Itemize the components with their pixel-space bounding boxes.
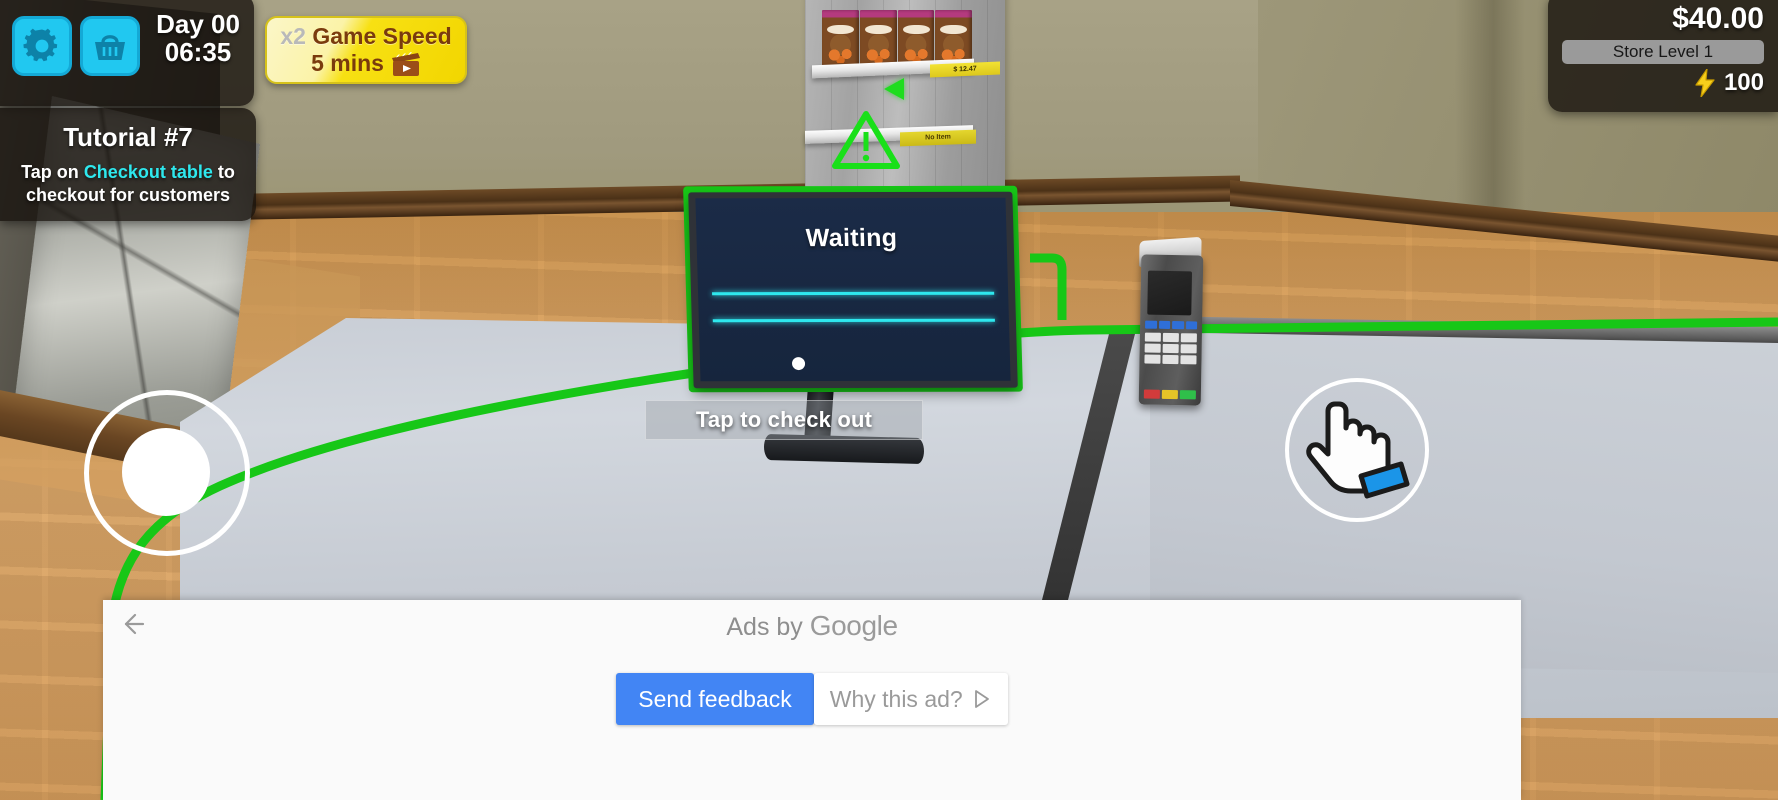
settings-button[interactable] (12, 16, 72, 76)
store-level-badge: Store Level 1 (1562, 40, 1764, 64)
why-this-ad-button[interactable]: Why this ad? (813, 673, 1008, 725)
shelf-empty-tag: No Item (900, 129, 976, 147)
ads-by-google-label: Ads by Google (103, 610, 1521, 642)
shopping-basket-button[interactable] (80, 16, 140, 76)
tutorial-highlight-term: Checkout table (83, 162, 213, 182)
tutorial-title: Tutorial #7 (63, 122, 193, 152)
terminal-function-keys (1145, 320, 1198, 330)
monitor-screen: Waiting (695, 197, 1011, 382)
wall-corner-shadow (1455, 0, 1525, 230)
tutorial-instruction: Tap on Checkout table to checkout for cu… (12, 161, 244, 207)
why-this-ad-label: Why this ad? (829, 685, 963, 712)
gear-icon (23, 28, 58, 62)
terminal-screen (1147, 270, 1193, 316)
top-right-hud-panel: $40.00 Store Level 1 100 (1548, 0, 1778, 112)
video-ad-clapperboard-icon (391, 51, 420, 76)
day-counter: Day 00 (156, 9, 240, 39)
monitor-divider-line (712, 318, 995, 323)
game-speed-duration: 5 mins (311, 50, 384, 76)
card-payment-terminal[interactable] (1138, 236, 1204, 406)
game-speed-boost-button[interactable]: x2 Game Speed 5 mins (265, 16, 467, 84)
tap-to-checkout-prompt[interactable]: Tap to check out (645, 400, 923, 440)
cereal-box-row (822, 10, 972, 66)
money-balance: $40.00 (1672, 2, 1764, 35)
monitor-item-dot (791, 357, 806, 371)
movement-joystick[interactable] (84, 390, 250, 556)
game-speed-multiplier: x2 (280, 23, 306, 49)
day-time-display: Day 00 06:35 (146, 10, 250, 66)
tap-prompt-text: Tap to check out (695, 407, 873, 432)
google-ad-overlay: Ads by Google Send feedback Why this ad? (103, 600, 1521, 800)
cereal-box (859, 10, 897, 66)
tutorial-text-before: Tap on (21, 162, 84, 182)
terminal-action-keys (1143, 389, 1196, 400)
tutorial-panel: Tutorial #7 Tap on Checkout table to che… (0, 108, 256, 222)
clock-time: 06:35 (164, 37, 232, 68)
shopping-basket-icon (95, 35, 125, 60)
play-triangle-icon (974, 690, 989, 708)
game-speed-duration-row: 5 mins (311, 50, 421, 77)
google-wordmark: Google (809, 610, 898, 641)
cereal-box (935, 10, 972, 66)
send-feedback-button[interactable]: Send feedback (616, 673, 814, 725)
top-left-hud-panel: Day 00 06:35 (0, 0, 254, 106)
energy-value: 100 (1723, 69, 1764, 96)
cereal-box (897, 10, 935, 66)
terminal-keypad (1144, 332, 1197, 365)
ad-buttons-row: Send feedback Why this ad? (103, 673, 1521, 725)
joystick-knob[interactable] (122, 428, 210, 516)
green-warning-triangle-icon (832, 111, 900, 169)
monitor-status-text: Waiting (805, 223, 898, 253)
lightning-bolt-icon (1695, 69, 1715, 97)
game-screen: $ 12.47 No Item Waiting Day 00 06:35 Tut… (0, 0, 1778, 800)
game-speed-title: x2 Game Speed (280, 23, 451, 50)
cereal-box (822, 10, 859, 66)
tap-hand-hint[interactable] (1285, 378, 1429, 522)
monitor-divider-line (712, 291, 995, 296)
pointing-hand-icon (1306, 401, 1410, 499)
energy-row: 100 (1562, 69, 1764, 97)
green-arrow-indicator-icon (884, 78, 904, 100)
ads-by-prefix: Ads by (726, 613, 810, 641)
game-speed-label: Game Speed (312, 23, 452, 49)
